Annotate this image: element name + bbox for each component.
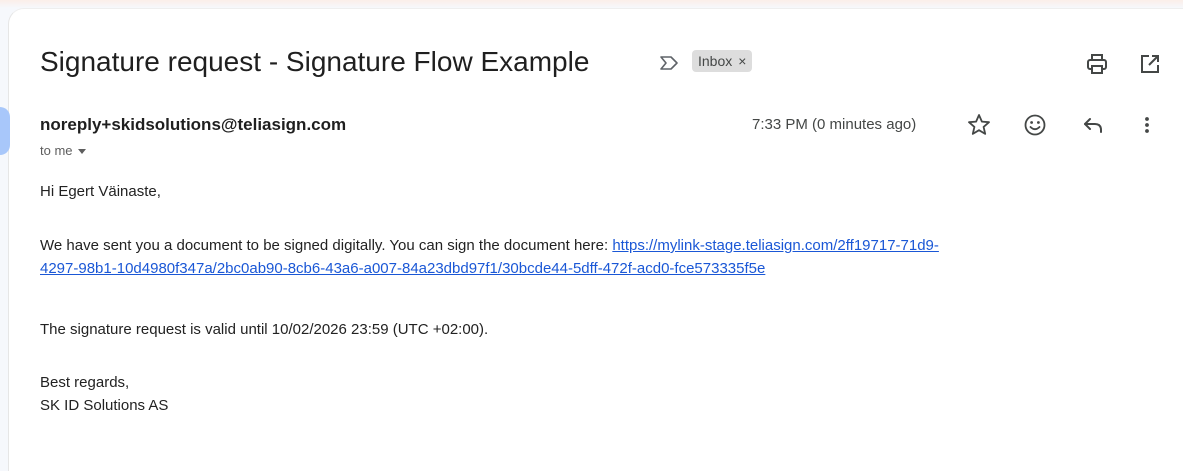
top-strip xyxy=(0,0,1183,8)
intro-text: We have sent you a document to be signed… xyxy=(40,237,613,254)
closing-line: Best regards, xyxy=(40,374,130,391)
email-timestamp: 7:33 PM (0 minutes ago) xyxy=(752,116,917,133)
sender-address[interactable]: noreply+skidsolutions@teliasign.com xyxy=(40,115,346,135)
open-in-new-window-icon[interactable] xyxy=(1138,52,1162,76)
email-subject: Signature request - Signature Flow Examp… xyxy=(40,46,590,77)
important-marker-icon[interactable] xyxy=(658,52,680,74)
validity-notice: The signature request is valid until 10/… xyxy=(40,321,489,338)
remove-label-button[interactable]: × xyxy=(738,53,746,69)
signature-company: SK ID Solutions AS xyxy=(40,397,169,414)
sender-avatar[interactable] xyxy=(0,107,10,155)
chevron-down-icon xyxy=(77,148,86,154)
label-text: Inbox xyxy=(698,53,733,69)
recipient-details-toggle[interactable]: to me xyxy=(40,143,87,158)
reply-icon[interactable] xyxy=(1080,112,1106,138)
email-body-paragraph: We have sent you a document to be signed… xyxy=(40,234,939,280)
email-greeting: Hi Egert Väinaste, xyxy=(40,183,161,200)
more-vertical-icon[interactable] xyxy=(1134,112,1160,138)
inbox-label-chip: Inbox × xyxy=(692,50,753,72)
star-icon[interactable] xyxy=(966,112,992,138)
print-icon[interactable] xyxy=(1085,52,1109,76)
signing-link-part2[interactable]: 4297-98b1-10d4980f347a/2bc0ab90-8cb6-43a… xyxy=(40,260,765,277)
emoji-reaction-icon[interactable] xyxy=(1022,112,1048,138)
recipient-line: to me xyxy=(40,143,73,158)
signing-link-part1[interactable]: https://mylink-stage.teliasign.com/2ff19… xyxy=(612,237,939,254)
